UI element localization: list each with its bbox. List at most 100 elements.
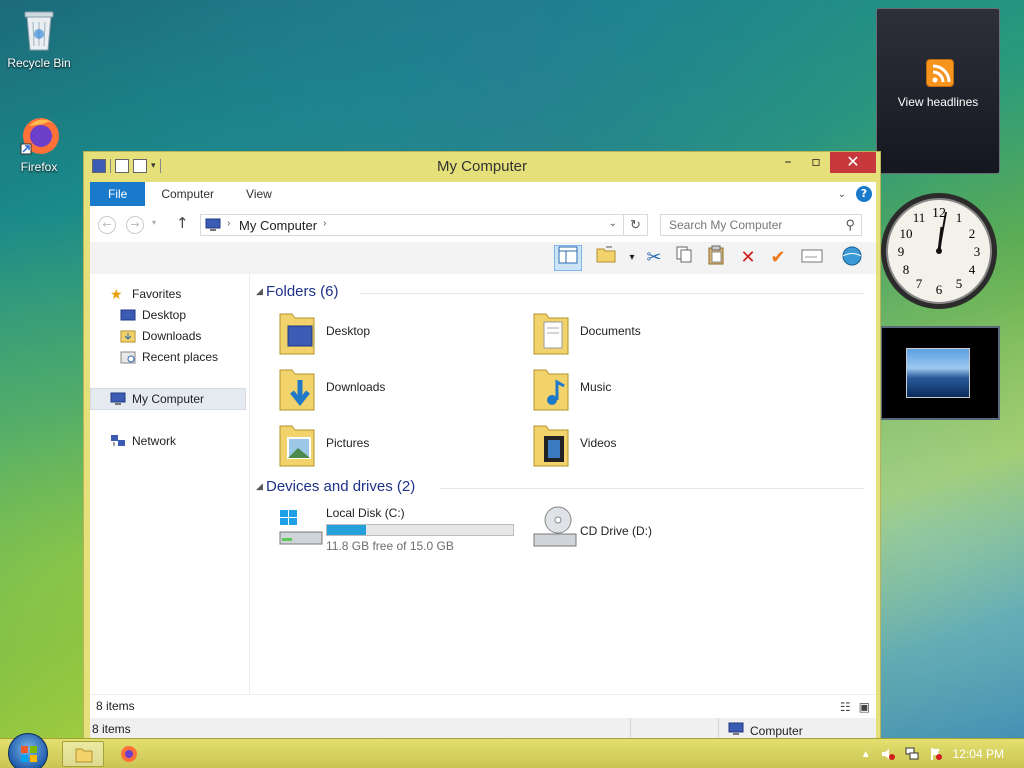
recent-places-icon: [120, 350, 136, 364]
forward-button[interactable]: →: [126, 216, 144, 234]
nav-my-computer[interactable]: My Computer: [110, 389, 204, 409]
search-input[interactable]: Search My Computer ⚲: [660, 214, 862, 236]
network-globe-icon[interactable]: [838, 245, 866, 271]
maximize-button[interactable]: ▫: [802, 152, 830, 173]
recycle-bin-icon: [19, 8, 59, 52]
hard-drive-icon: [278, 508, 323, 554]
show-hidden-icons-icon[interactable]: ▲: [861, 749, 871, 760]
desktop-folder-icon: [278, 310, 316, 356]
folder-label: Documents: [580, 324, 641, 338]
recycle-bin-shortcut[interactable]: Recycle Bin: [1, 8, 77, 70]
rss-icon: [926, 59, 954, 87]
nav-downloads[interactable]: Downloads: [120, 326, 201, 346]
properties-icon[interactable]: [798, 245, 826, 271]
collapse-chevron-icon[interactable]: ◢: [256, 287, 263, 297]
item-count-secondary: 8 items: [92, 722, 131, 736]
organize-folder-icon[interactable]: [592, 245, 620, 271]
location-label: Computer: [750, 723, 803, 738]
tab-file[interactable]: File: [90, 182, 146, 206]
drive-local-disk[interactable]: Local Disk (C:) 11.8 GB free of 15.0 GB: [270, 504, 530, 554]
view-headlines-label[interactable]: View headlines: [877, 95, 999, 109]
nav-downloads-label: Downloads: [142, 329, 202, 343]
address-bar[interactable]: › My Computer › ⌄ ↻: [200, 214, 648, 236]
tab-view[interactable]: View: [230, 182, 288, 206]
nav-desktop-label: Desktop: [142, 308, 187, 322]
drive-free-space: 11.8 GB free of 15.0 GB: [326, 539, 454, 553]
minimize-button[interactable]: –: [774, 152, 802, 173]
folder-desktop[interactable]: Desktop: [270, 310, 510, 360]
folder-label: Desktop: [326, 324, 371, 338]
drive-name: Local Disk (C:): [326, 506, 405, 520]
taskbar-explorer[interactable]: [62, 741, 104, 767]
breadcrumb-chevron-icon[interactable]: ›: [227, 218, 230, 229]
folder-label: Pictures: [326, 436, 370, 450]
large-icons-view-icon[interactable]: ▣: [859, 700, 870, 714]
nav-desktop[interactable]: Desktop: [120, 305, 186, 325]
expand-ribbon-icon[interactable]: ⌄: [838, 189, 846, 200]
tab-computer[interactable]: Computer: [145, 182, 230, 206]
preview-pane-button[interactable]: [554, 245, 582, 271]
taskbar: ▲ 12:04 PM: [0, 733, 1024, 768]
collapse-chevron-icon[interactable]: ◢: [256, 482, 263, 492]
nav-recent-places[interactable]: Recent places: [120, 347, 218, 367]
explorer-window: ▾ My Computer – ▫ ✕ File Computer View ⌄…: [83, 151, 881, 742]
title-bar[interactable]: ▾ My Computer – ▫ ✕: [84, 152, 880, 182]
drive-cd[interactable]: CD Drive (D:): [524, 504, 764, 554]
folder-music[interactable]: Music: [524, 366, 764, 416]
navigation-bar: ← → ▾ ↑ › My Computer › ⌄ ↻ Search My Co…: [90, 206, 876, 242]
details-view-icon[interactable]: ☷: [840, 700, 851, 714]
view-switcher: ☷ ▣: [840, 700, 870, 714]
nav-network[interactable]: Network: [110, 431, 176, 451]
up-button[interactable]: ↑: [176, 214, 189, 232]
devices-group-header[interactable]: Devices and drives (2): [266, 478, 415, 495]
slideshow-picture: [906, 348, 970, 398]
location-indicator: Computer: [728, 722, 803, 739]
computer-icon: [205, 218, 221, 232]
action-center-icon[interactable]: [929, 747, 943, 761]
recent-locations-icon[interactable]: ▾: [152, 218, 156, 227]
drive-usage-fill: [327, 525, 367, 535]
taskbar-clock[interactable]: 12:04 PM: [953, 747, 1004, 761]
window-title: My Computer: [436, 158, 528, 175]
command-toolbar: ▾ ✂ ✕ ✔: [90, 242, 876, 274]
clock-numeral: 8: [903, 262, 910, 277]
recycle-bin-label: Recycle Bin: [7, 56, 71, 70]
folder-videos[interactable]: Videos: [524, 422, 764, 472]
firefox-label: Firefox: [20, 160, 58, 174]
volume-muted-icon[interactable]: [881, 747, 895, 761]
nav-my-computer-label: My Computer: [132, 392, 205, 406]
refresh-button[interactable]: ↻: [623, 215, 647, 235]
clock-numeral: 7: [916, 276, 923, 291]
address-dropdown-icon[interactable]: ⌄: [609, 218, 617, 229]
start-button[interactable]: [8, 733, 48, 768]
search-placeholder: Search My Computer: [669, 218, 783, 232]
folder-documents[interactable]: Documents: [524, 310, 764, 360]
help-icon[interactable]: ?: [856, 186, 872, 202]
rename-check-icon[interactable]: ✔: [764, 245, 792, 271]
close-button[interactable]: ✕: [830, 152, 876, 173]
search-icon: ⚲: [845, 217, 855, 232]
system-tray: ▲ 12:04 PM: [861, 739, 1024, 768]
cut-icon[interactable]: ✂: [640, 245, 668, 271]
folder-downloads[interactable]: Downloads: [270, 366, 510, 416]
folders-group-header[interactable]: Folders (6): [266, 283, 339, 300]
paste-icon[interactable]: [702, 245, 730, 271]
breadcrumb-chevron-icon[interactable]: ›: [323, 218, 326, 229]
rss-gadget[interactable]: View headlines: [876, 8, 1000, 174]
copy-icon[interactable]: [670, 245, 698, 271]
delete-icon[interactable]: ✕: [734, 245, 762, 271]
taskbar-firefox[interactable]: [108, 741, 150, 767]
slideshow-gadget[interactable]: [880, 326, 1000, 420]
downloads-folder-icon: [278, 366, 316, 412]
group-divider: [360, 293, 864, 294]
clock-numeral: 4: [969, 262, 976, 277]
nav-favorites[interactable]: ★ Favorites: [110, 284, 181, 304]
item-count: 8 items: [96, 699, 135, 713]
computer-icon: [110, 392, 126, 406]
back-button[interactable]: ←: [98, 216, 116, 234]
firefox-shortcut[interactable]: Firefox: [1, 112, 77, 174]
network-status-icon[interactable]: [905, 747, 919, 761]
computer-icon: [728, 722, 744, 739]
folder-pictures[interactable]: Pictures: [270, 422, 510, 472]
breadcrumb-my-computer[interactable]: My Computer: [239, 218, 317, 233]
